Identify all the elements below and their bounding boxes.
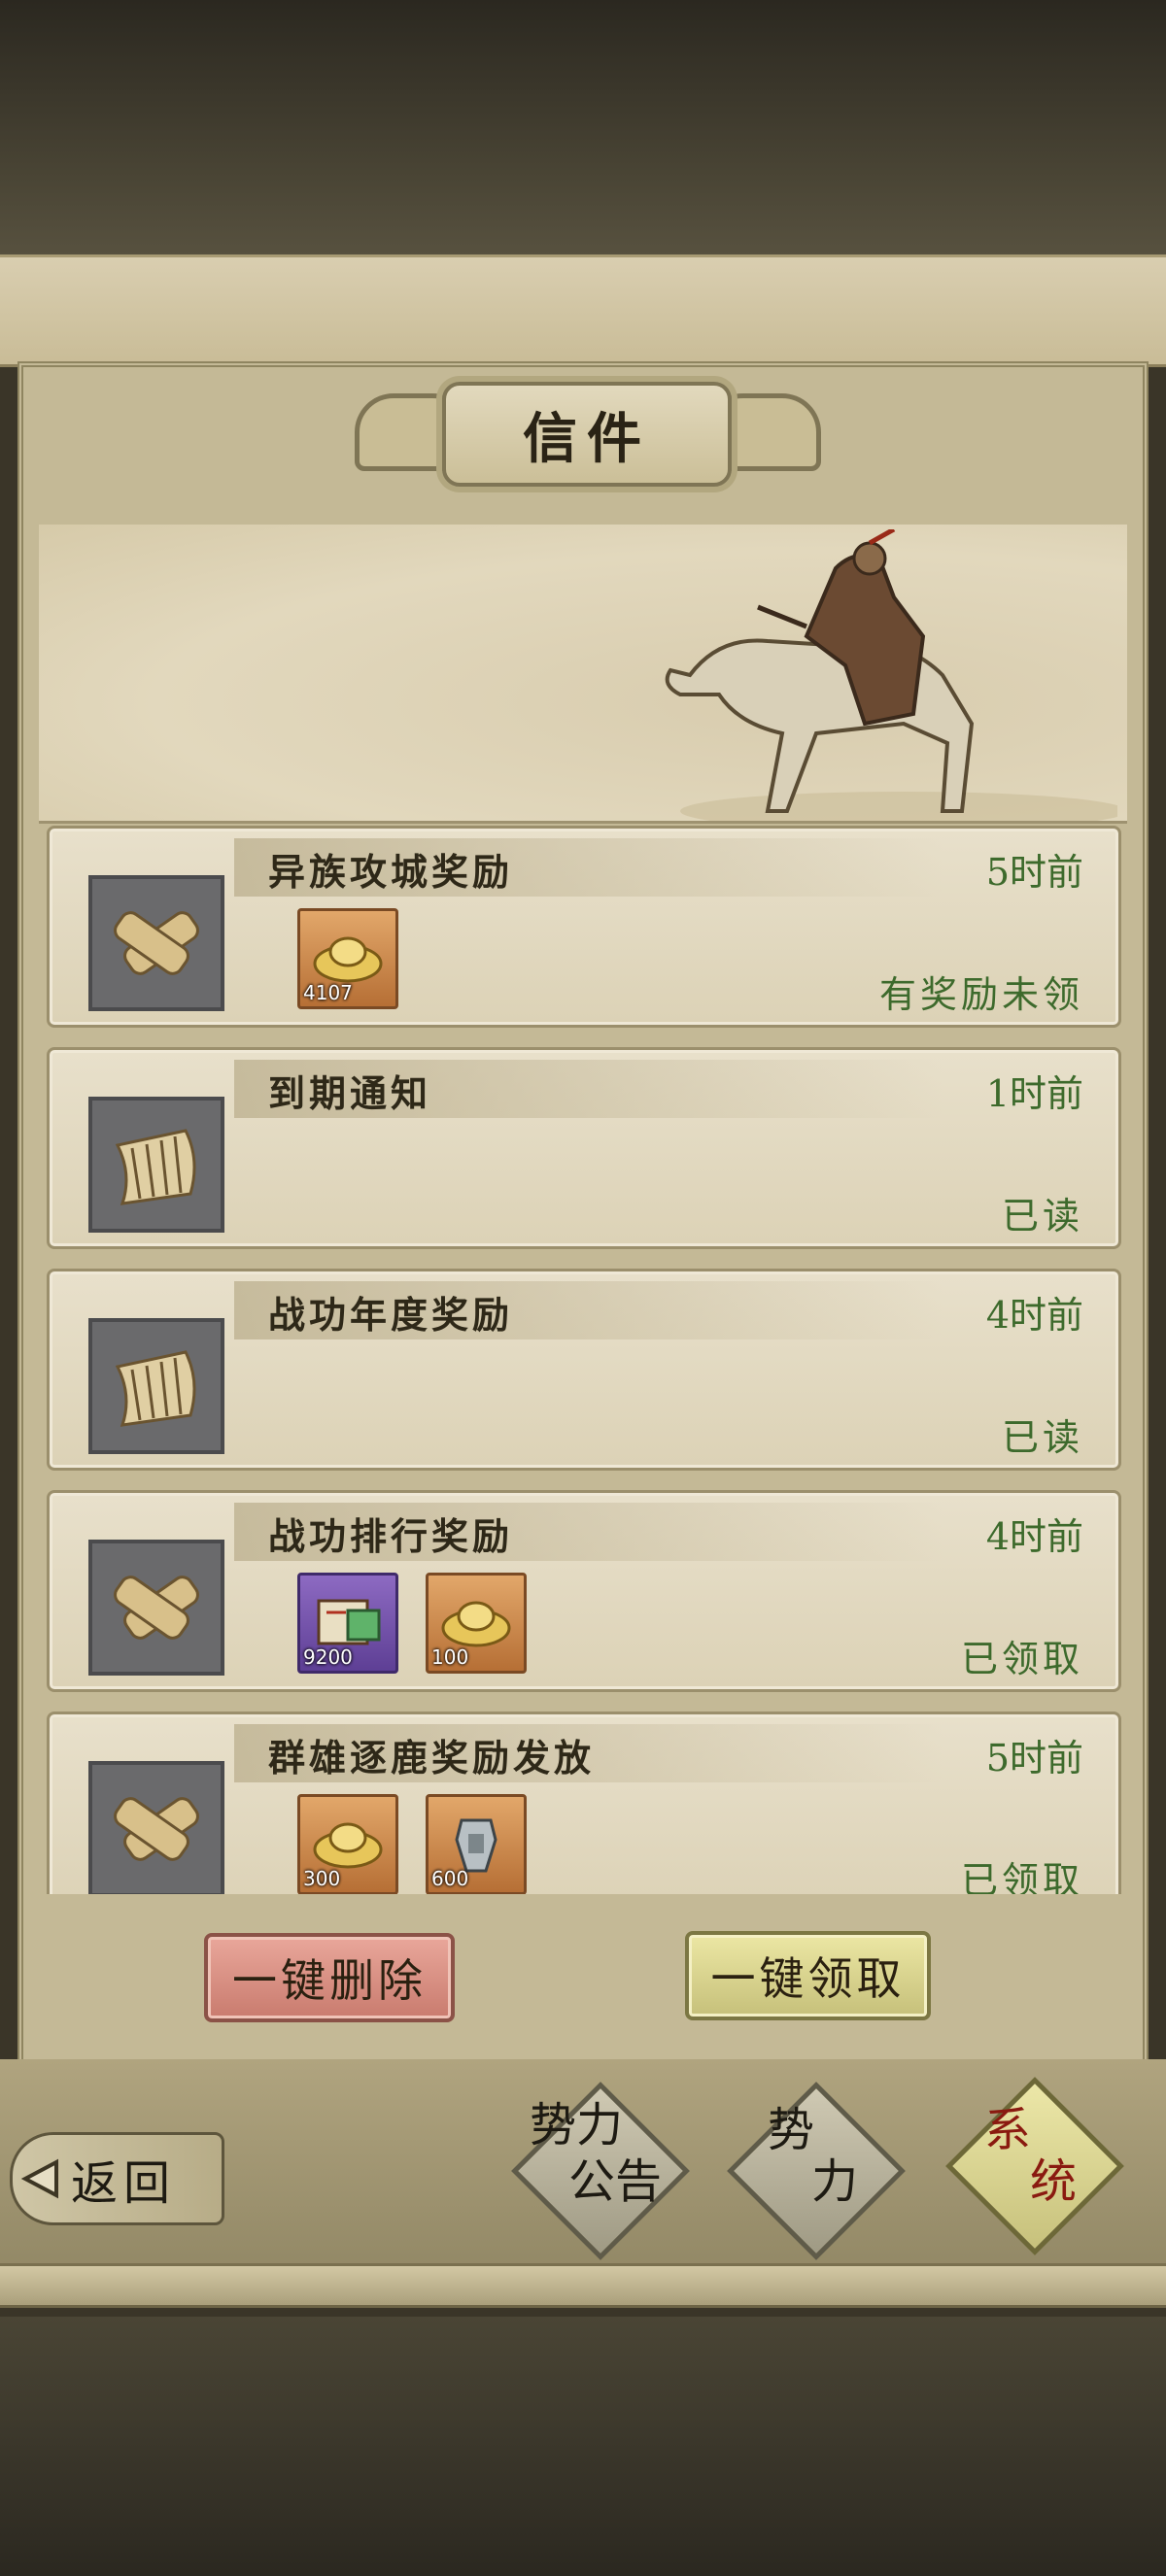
page-title-plate: 信件 xyxy=(442,382,732,487)
mail-subject: 到期通知 xyxy=(268,1071,432,1115)
tab-faction-notice-label-2: 公告 xyxy=(568,2154,663,2209)
horse-rider-illustration xyxy=(665,529,1117,821)
mail-status: 已读 xyxy=(1001,1416,1083,1459)
scroll-icon xyxy=(88,1097,224,1233)
claim-all-button[interactable]: 一键领取 xyxy=(685,1931,931,2020)
mail-item[interactable]: 群雄逐鹿奖励发放 5时前 300 600 已领取 xyxy=(47,1712,1121,1894)
reward-item[interactable]: 100 xyxy=(426,1573,527,1674)
tab-system-label-2: 统 xyxy=(1030,2154,1078,2209)
mail-time: 5时前 xyxy=(985,851,1083,894)
reward-item[interactable]: 9200 xyxy=(297,1573,398,1674)
bottom-rail xyxy=(0,2263,1166,2308)
top-backdrop xyxy=(0,0,1166,254)
tab-faction-label-2: 力 xyxy=(811,2154,859,2209)
mail-status: 有奖励未领 xyxy=(878,973,1083,1016)
mail-list[interactable]: 异族攻城奖励 5时前 4107 有奖励未领 到期通知 1时前 已读 战功年度奖励… xyxy=(39,826,1127,1894)
mail-item[interactable]: 到期通知 1时前 已读 xyxy=(47,1047,1121,1249)
mail-status: 已领取 xyxy=(960,1859,1083,1894)
scroll-header-rail xyxy=(0,254,1166,367)
reward-item[interactable]: 4107 xyxy=(297,908,398,1009)
bundle-icon xyxy=(88,1540,224,1676)
reward-item[interactable]: 300 xyxy=(297,1794,398,1894)
bundle-icon xyxy=(88,1761,224,1894)
arrow-left-icon xyxy=(13,2150,71,2208)
reward-qty: 600 xyxy=(431,1867,469,1890)
tab-system-label-1: 系 xyxy=(984,2103,1032,2157)
scroll-icon xyxy=(88,1318,224,1454)
mail-subject: 战功年度奖励 xyxy=(268,1293,514,1337)
mail-item[interactable]: 异族攻城奖励 5时前 4107 有奖励未领 xyxy=(47,826,1121,1028)
reward-list: 9200 100 xyxy=(297,1573,527,1674)
mail-time: 4时前 xyxy=(985,1515,1083,1558)
reward-qty: 9200 xyxy=(303,1645,353,1669)
reward-qty: 4107 xyxy=(303,981,353,1004)
mail-time: 5时前 xyxy=(985,1737,1083,1779)
reward-list: 4107 xyxy=(297,908,398,1009)
delete-all-button[interactable]: 一键删除 xyxy=(204,1933,455,2022)
reward-qty: 300 xyxy=(303,1867,341,1890)
reward-qty: 100 xyxy=(431,1645,469,1669)
reward-list: 300 600 xyxy=(297,1794,527,1894)
reward-item[interactable]: 600 xyxy=(426,1794,527,1894)
mail-time: 4时前 xyxy=(985,1294,1083,1337)
mail-time: 1时前 xyxy=(985,1072,1083,1115)
mail-item[interactable]: 战功年度奖励 4时前 已读 xyxy=(47,1269,1121,1471)
back-label: 返回 xyxy=(71,2156,177,2211)
mail-subject: 群雄逐鹿奖励发放 xyxy=(268,1736,596,1779)
mail-status: 已读 xyxy=(1001,1195,1083,1237)
mail-item[interactable]: 战功排行奖励 4时前 9200 100 已领取 xyxy=(47,1490,1121,1692)
bottom-backdrop xyxy=(0,2317,1166,2576)
header-illustration xyxy=(39,525,1127,824)
back-button[interactable]: 返回 xyxy=(10,2132,224,2225)
bundle-icon xyxy=(88,875,224,1011)
mail-status: 已领取 xyxy=(960,1638,1083,1680)
tab-faction-label-1: 势 xyxy=(768,2103,815,2157)
tab-faction-notice-label-1: 势力 xyxy=(530,2098,624,2152)
mail-subject: 战功排行奖励 xyxy=(268,1514,514,1558)
mail-subject: 异族攻城奖励 xyxy=(268,850,514,894)
page-title: 信件 xyxy=(523,406,651,471)
